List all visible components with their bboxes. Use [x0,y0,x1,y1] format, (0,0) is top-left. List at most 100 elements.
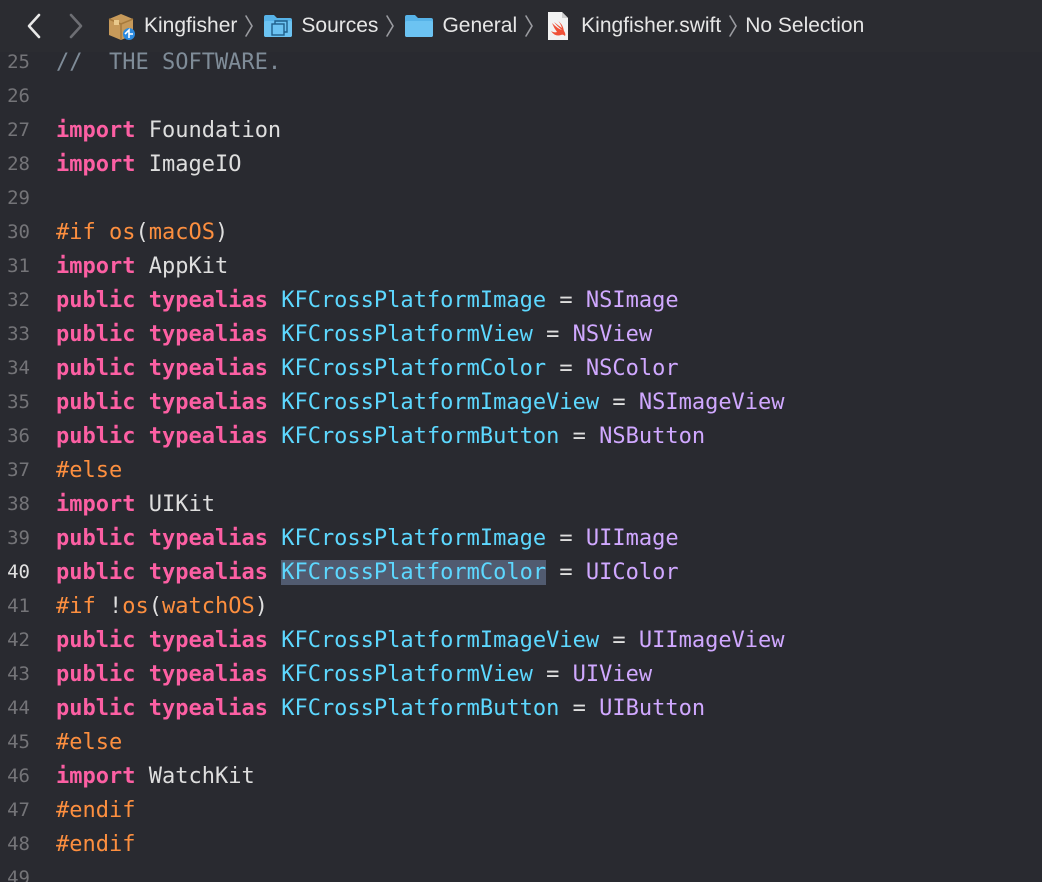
code-token: WatchKit [135,763,255,789]
code-line[interactable]: 42 public typealias KFCrossPlatformImageV… [0,623,1042,657]
code-token: ( [148,593,162,619]
forward-button[interactable] [58,6,94,46]
code-text: import WatchKit [56,764,255,789]
code-line[interactable]: 47 #endif [0,793,1042,827]
code-token: = [532,661,573,687]
code-token: = [599,389,639,415]
breadcrumb-general[interactable]: General [402,6,517,46]
code-token: = [599,627,639,653]
code-text: import UIKit [56,492,215,517]
line-number: 27 [7,119,30,141]
code-token: public [56,525,136,551]
code-line[interactable]: 31 import AppKit [0,249,1042,283]
line-number: 45 [7,731,30,753]
code-token: UIButton [599,695,706,721]
code-token: KFCrossPlatformButton [281,423,560,449]
code-token: KFCrossPlatformImageView [281,627,600,653]
code-line[interactable]: 28 import ImageIO [0,147,1042,181]
line-number: 49 [7,867,30,882]
code-line[interactable]: 41 #if !os(watchOS) [0,589,1042,623]
back-button[interactable] [16,6,52,46]
code-token: NSImageView [638,389,785,415]
code-line[interactable]: 45 #else [0,725,1042,759]
code-token: KFCrossPlatformView [281,321,533,347]
code-line[interactable]: 38 import UIKit [0,487,1042,521]
code-token: watchOS [162,593,255,619]
code-line[interactable]: 46 import WatchKit [0,759,1042,793]
code-token: import [56,763,136,789]
line-number: 47 [7,799,30,821]
code-token: #if [56,593,96,619]
line-number: 29 [7,187,30,209]
chevron-left-icon [27,13,41,39]
code-token: public [56,661,136,687]
breadcrumb-sources[interactable]: Sources [261,6,378,46]
code-text: import Foundation [56,118,281,143]
source-editor[interactable]: 25// THE SOFTWARE. 26 27 import Foundation 2… [0,44,1042,882]
package-icon [104,11,138,41]
selected-token: KFCrossPlatformColor [281,559,547,585]
code-token: os [109,219,136,245]
code-text: // THE SOFTWARE. [56,50,281,75]
breadcrumb-label: Sources [301,14,379,37]
code-text: public typealias KFCrossPlatformView = N… [56,322,652,347]
code-token: ! [95,593,123,619]
code-token: KFCrossPlatformImage [281,525,547,551]
code-line[interactable]: 44 public typealias KFCrossPlatformButton… [0,691,1042,725]
code-text: #if os(macOS) [56,220,228,245]
code-text: #if !os(watchOS) [56,594,268,619]
breadcrumb-file[interactable]: Kingfisher.swift [541,6,721,46]
code-line[interactable]: 49 [0,861,1042,882]
code-line[interactable]: 29 [0,181,1042,215]
line-number: 39 [7,527,30,549]
breadcrumb-label: Kingfisher.swift [581,14,722,37]
code-token: NSView [572,321,653,347]
code-token: import [56,151,136,177]
breadcrumb-label: No Selection [745,14,865,37]
code-line[interactable]: 34 public typealias KFCrossPlatformColor … [0,351,1042,385]
code-line[interactable]: 30 #if os(macOS) [0,215,1042,249]
code-line[interactable]: 26 [0,79,1042,113]
line-number: 35 [7,391,30,413]
code-line[interactable]: 35 public typealias KFCrossPlatformImageV… [0,385,1042,419]
code-token: #endif [56,831,136,857]
code-token: public [56,321,136,347]
code-line[interactable]: 37 #else [0,453,1042,487]
code-token: // THE SOFTWARE. [56,49,282,75]
code-text: public typealias KFCrossPlatformImageVie… [56,628,785,653]
code-text: import ImageIO [56,152,241,177]
code-token: typealias [148,695,268,721]
code-line[interactable]: 36 public typealias KFCrossPlatformButton… [0,419,1042,453]
code-line[interactable]: 43 public typealias KFCrossPlatformView =… [0,657,1042,691]
code-line[interactable]: 27 import Foundation [0,113,1042,147]
breadcrumb-symbol[interactable]: No Selection [745,6,864,46]
line-number: 46 [7,765,30,787]
code-line[interactable]: 39 public typealias KFCrossPlatformImage … [0,521,1042,555]
code-line[interactable]: 32 public typealias KFCrossPlatformImage … [0,283,1042,317]
code-line[interactable]: 40 public typealias KFCrossPlatformColor … [0,555,1042,589]
code-line[interactable]: 48 #endif [0,827,1042,861]
code-token: KFCrossPlatformColor [281,355,547,381]
line-number: 41 [7,595,30,617]
line-number: 42 [7,629,30,651]
code-text: public typealias KFCrossPlatformButton =… [56,696,705,721]
code-token: UIView [572,661,653,687]
line-number: 25 [7,51,30,73]
breadcrumb-project[interactable]: Kingfisher [104,6,237,46]
code-line[interactable]: 33 public typealias KFCrossPlatformView =… [0,317,1042,351]
code-token: ImageIO [135,151,242,177]
code-text: #else [56,458,122,483]
line-number: 48 [7,833,30,855]
breadcrumb-separator-icon [241,6,257,46]
code-token: NSColor [585,355,679,381]
folder-icon [402,11,436,41]
breadcrumb-separator-icon [725,6,741,46]
chevron-right-icon [69,13,83,39]
